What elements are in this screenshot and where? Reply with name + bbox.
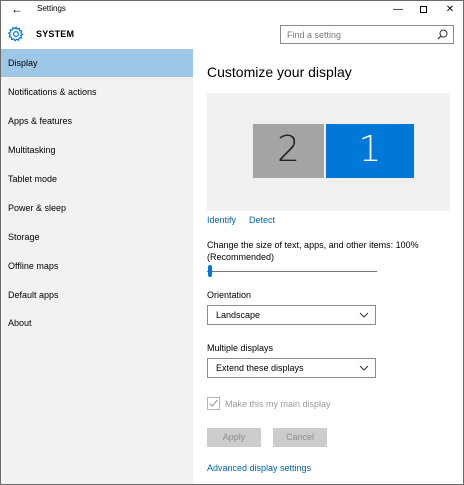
display-settings-panel: Customize your display 2 1 Identify Dete… — [193, 49, 463, 484]
scale-label-line2: (Recommended) — [207, 252, 275, 262]
sidebar-item-about[interactable]: About — [1, 309, 193, 337]
settings-window: ← Settings — ✕ SYSTEM Display Notificati… — [0, 0, 464, 485]
sidebar-item-offline-maps[interactable]: Offline maps — [1, 252, 193, 280]
orientation-value: Landscape — [216, 310, 261, 320]
sidebar-item-default-apps[interactable]: Default apps — [1, 281, 193, 309]
orientation-label: Orientation — [207, 290, 252, 300]
main-display-checkbox[interactable] — [207, 397, 220, 410]
multiple-displays-dropdown[interactable]: Extend these displays — [207, 358, 376, 378]
multiple-displays-value: Extend these displays — [216, 363, 304, 373]
multiple-displays-label: Multiple displays — [207, 343, 274, 353]
monitor-2[interactable]: 2 — [253, 124, 324, 178]
maximize-icon — [419, 5, 427, 13]
gear-icon — [8, 26, 24, 42]
monitor-arrangement: 2 1 — [207, 93, 450, 211]
search-input[interactable] — [281, 26, 431, 43]
search-icon[interactable] — [437, 29, 448, 40]
sidebar-item-storage[interactable]: Storage — [1, 223, 193, 251]
scale-label: Change the size of text, apps, and other… — [207, 239, 457, 263]
advanced-display-settings-link[interactable]: Advanced display settings — [207, 463, 311, 473]
cancel-button[interactable]: Cancel — [273, 428, 327, 447]
identify-link[interactable]: Identify — [207, 215, 236, 225]
back-arrow-icon[interactable]: ← — [10, 2, 24, 16]
sidebar-item-multitasking[interactable]: Multitasking — [1, 136, 193, 164]
monitor-1[interactable]: 1 — [326, 124, 414, 178]
section-title: SYSTEM — [36, 29, 75, 39]
checkmark-icon — [209, 399, 218, 407]
apply-button[interactable]: Apply — [207, 428, 261, 447]
slider-thumb[interactable] — [208, 265, 212, 277]
sidebar-item-power-sleep[interactable]: Power & sleep — [1, 194, 193, 222]
orientation-dropdown[interactable]: Landscape — [207, 305, 376, 325]
search-box[interactable] — [280, 25, 454, 44]
page-title: Customize your display — [207, 64, 352, 80]
scale-slider[interactable] — [207, 264, 377, 280]
title-bar: ← Settings — ✕ — [1, 1, 463, 19]
settings-header: SYSTEM — [1, 19, 463, 49]
sidebar-item-notifications[interactable]: Notifications & actions — [1, 78, 193, 106]
detect-link[interactable]: Detect — [249, 215, 275, 225]
sidebar-item-apps-features[interactable]: Apps & features — [1, 107, 193, 135]
sidebar-item-tablet-mode[interactable]: Tablet mode — [1, 165, 193, 193]
sidebar-nav: Display Notifications & actions Apps & f… — [1, 49, 193, 484]
maximize-button[interactable] — [408, 1, 438, 19]
chevron-down-icon — [359, 312, 369, 318]
sidebar-item-display[interactable]: Display — [1, 49, 193, 77]
chevron-down-icon — [359, 365, 369, 371]
scale-label-line1: Change the size of text, apps, and other… — [207, 240, 419, 250]
slider-track — [207, 271, 377, 272]
main-display-checkbox-label: Make this my main display — [225, 399, 331, 409]
close-button[interactable]: ✕ — [435, 1, 463, 19]
window-title: Settings — [37, 4, 66, 13]
